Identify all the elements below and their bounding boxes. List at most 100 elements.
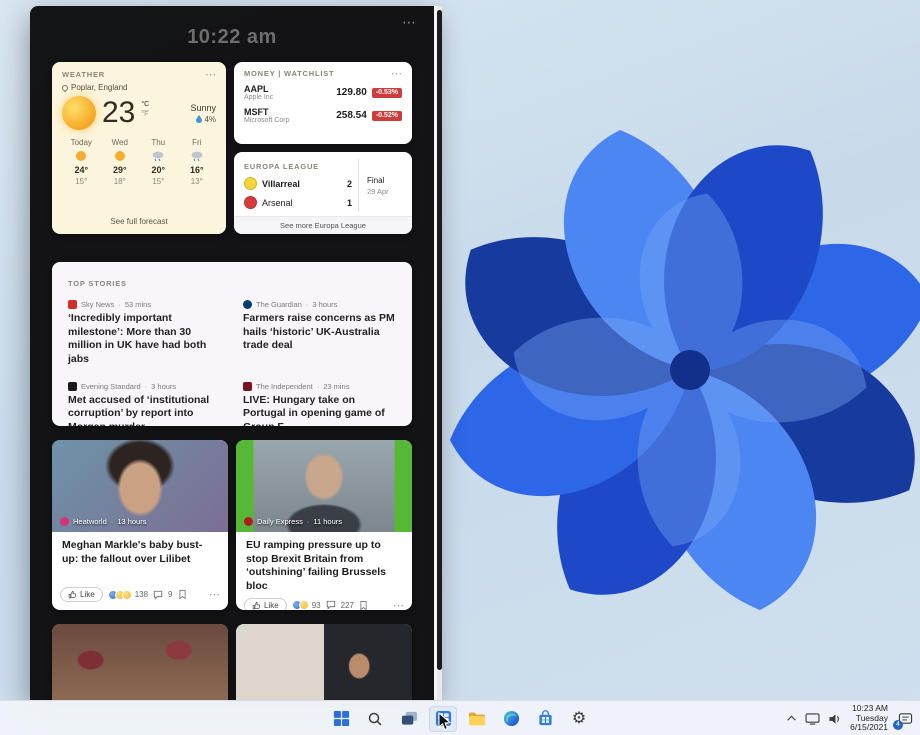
droplet-icon [196,115,202,123]
sun-icon [74,149,88,163]
news-card-image [52,624,228,700]
taskbar-explorer-button[interactable] [463,706,491,732]
taskbar-search-button[interactable] [361,706,389,732]
unit-celsius[interactable]: °C [141,101,149,109]
news-card[interactable] [52,624,228,700]
reactions-cluster[interactable]: 138 [108,590,148,600]
sun-icon [113,149,127,163]
forecast-day[interactable]: Today 24° 15° [62,138,101,213]
see-full-forecast-link[interactable]: See full forecast [62,213,216,228]
rain-cloud-icon [151,149,165,163]
weather-condition: Sunny [190,103,216,113]
weather-widget[interactable]: WEATHER ⋯ Poplar, England 23 °C °F [52,62,226,234]
see-more-europa-link[interactable]: See more Europa League [234,216,412,234]
stock-row[interactable]: AAPL Apple Inc 129.80 -0.53% [244,84,402,101]
search-icon [367,711,383,727]
evening-standard-icon [68,382,77,391]
money-menu-button[interactable]: ⋯ [391,70,402,78]
stock-row[interactable]: MSFT Microsoft Corp 258.54 -0.52% [244,107,402,124]
heatworld-icon [60,517,69,526]
comments-button[interactable]: 9 [153,590,172,600]
card-menu-button[interactable]: ⋯ [209,588,220,601]
news-card[interactable]: Heatworld·13 hours Meghan Markle's baby … [52,440,228,610]
story-item[interactable]: Sky News·53 mins ‘Incredibly important m… [68,300,221,367]
taskbar-settings-button[interactable]: ⚙ [565,706,593,732]
change-badge: -0.52% [372,111,402,121]
tray-date: 6/15/2021 [850,723,888,733]
sports-widget[interactable]: EUROPA LEAGUE Villarreal 2 Arsenal 1 [234,152,412,234]
unit-fahrenheit[interactable]: °F [141,110,149,119]
weather-menu-button[interactable]: ⋯ [205,71,216,79]
task-view-icon [401,710,418,727]
taskbar-taskview-button[interactable] [395,706,423,732]
bookmark-button[interactable] [178,589,187,600]
thumbs-up-icon [252,601,261,610]
arsenal-crest-icon [244,196,257,209]
news-card[interactable]: Daily Express·11 hours EU ramping pressu… [236,440,412,610]
wallpaper-bloom [370,40,920,680]
independent-icon [243,382,252,391]
tray-clock[interactable]: 10:23 AM Tuesday 6/15/2021 [850,704,888,733]
network-icon [805,713,820,725]
bookmark-button[interactable] [359,600,368,610]
money-widget[interactable]: MONEY | WATCHLIST ⋯ AAPL Apple Inc 129.8… [234,62,412,144]
card-menu-button[interactable]: ⋯ [393,599,404,610]
sun-icon [62,96,96,130]
taskbar-start-button[interactable] [327,706,355,732]
bookmark-icon [178,589,187,600]
story-item[interactable]: The Guardian·3 hours Farmers raise conce… [243,300,396,367]
news-card[interactable] [236,624,412,700]
story-item[interactable]: The Independent·23 mins LIVE: Hungary ta… [243,382,396,426]
widgets-panel: 10:22 am ⋯ WEATHER ⋯ Poplar, England [30,6,434,700]
taskbar-edge-button[interactable] [497,706,525,732]
change-badge: -0.53% [372,88,402,98]
match-status: Final [367,176,402,185]
news-card-image: Heatworld·13 hours [52,440,228,532]
daily-express-icon [244,517,253,526]
forecast-day[interactable]: Wed 29° 18° [101,138,140,213]
comment-icon [153,590,163,600]
bookmark-icon [359,600,368,610]
weather-temperature: 23 [102,98,135,128]
windows-start-icon [333,710,350,727]
edge-browser-icon [503,710,520,727]
taskbar-store-button[interactable] [531,706,559,732]
weather-location: Poplar, England [71,83,128,92]
weather-forecast: Today 24° 15° Wed 29° 18° Thu [62,138,216,213]
panel-scrollbar[interactable] [437,6,442,700]
tray-chevron-button[interactable] [786,715,797,722]
tray-network-button[interactable] [805,713,820,725]
comment-icon [326,600,336,610]
like-button[interactable]: Like [60,587,103,602]
story-item[interactable]: Evening Standard·3 hours Met accused of … [68,382,221,426]
comments-button[interactable]: 227 [326,600,354,610]
tray-volume-button[interactable] [828,713,842,725]
team-row: Arsenal 1 [244,196,352,209]
sky-news-icon [68,300,77,309]
reactions-cluster[interactable]: 93 [292,600,321,610]
mouse-cursor [438,712,453,732]
news-card-image: Daily Express·11 hours [236,440,412,532]
speaker-icon [828,713,842,725]
tray-notification-button[interactable]: 4 [896,710,914,728]
forecast-day[interactable]: Fri 16° 13° [178,138,217,213]
money-title: MONEY | WATCHLIST [244,69,334,78]
forecast-day[interactable]: Thu 20° 15° [139,138,178,213]
sports-title: EUROPA LEAGUE [244,162,352,171]
weather-title: WEATHER [62,70,105,79]
panel-menu-button[interactable]: ⋯ [402,14,416,31]
microsoft-store-icon [537,710,554,727]
scrollbar-thumb[interactable] [437,10,442,670]
reaction-emoji-icon [122,590,132,600]
news-card-image [236,624,412,700]
guardian-icon [243,300,252,309]
weather-precipitation: 4% [204,115,216,124]
location-pin-icon [61,83,69,91]
like-button[interactable]: Like [244,598,287,610]
file-explorer-icon [468,711,486,727]
panel-clock: 10:22 am [30,6,434,49]
panel-header: 10:22 am ⋯ [30,6,434,62]
rain-cloud-icon [190,149,204,163]
top-stories-title: TOP STORIES [68,279,127,288]
unit-toggle[interactable]: °C °F [141,101,149,119]
